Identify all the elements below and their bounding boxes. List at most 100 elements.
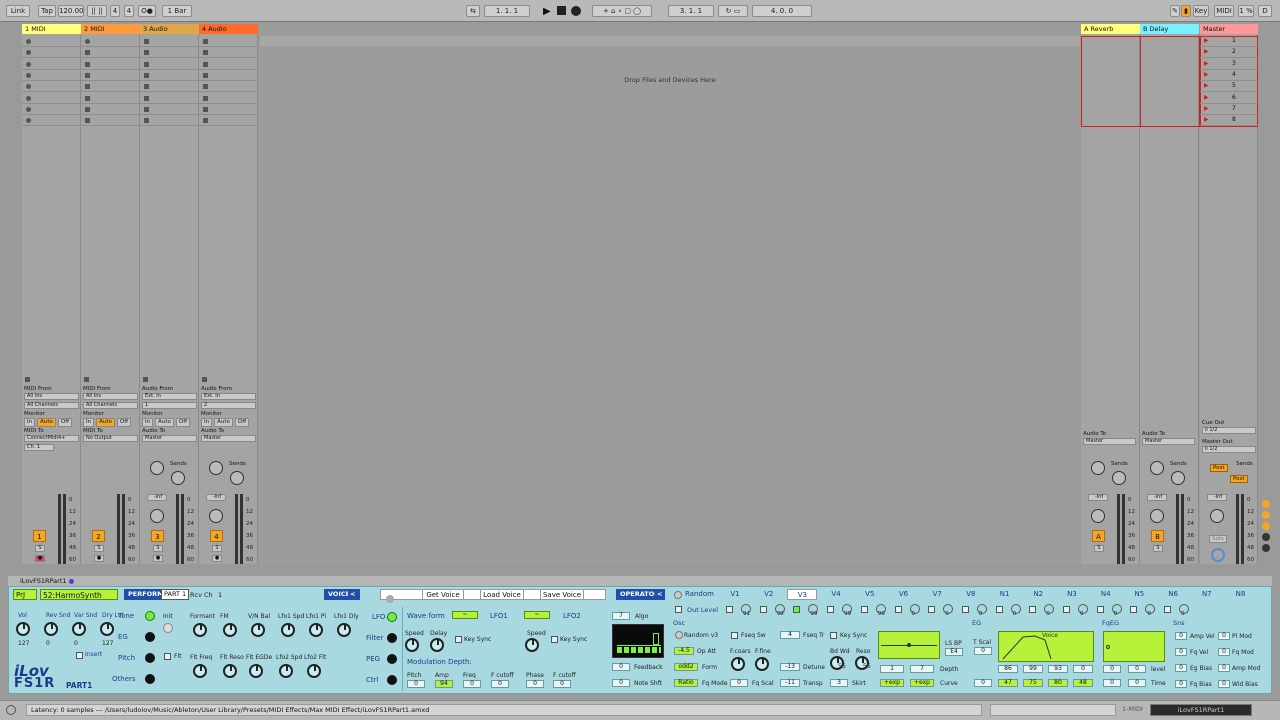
depth-left-value[interactable]: 1 — [880, 665, 904, 673]
operator-tab-n1[interactable]: N1 — [990, 589, 1020, 600]
knob-vol[interactable] — [16, 622, 30, 636]
scene-play-icon[interactable]: ▶ — [1204, 82, 1209, 89]
stop-button-icon[interactable] — [144, 95, 149, 101]
monitor-auto-button[interactable]: Auto — [155, 418, 174, 427]
clip-slot[interactable] — [140, 59, 199, 70]
fqeg-level-1[interactable]: 0 — [1103, 665, 1121, 673]
stop-button-icon[interactable] — [203, 72, 208, 78]
out-level-checkbox[interactable] — [1063, 606, 1070, 613]
out-level-checkbox[interactable] — [675, 606, 682, 613]
tempo-field[interactable]: 120.00 — [58, 5, 84, 17]
clip-slot[interactable] — [22, 36, 81, 47]
detune-value[interactable]: -13 — [780, 663, 800, 671]
lfo1-keysync-checkbox[interactable] — [455, 636, 462, 643]
out-level-checkbox[interactable] — [1164, 606, 1172, 613]
out-level-checkbox[interactable] — [793, 606, 801, 613]
operator-tab-n7[interactable]: N7 — [1192, 589, 1222, 600]
skirt-value[interactable]: 3 — [830, 679, 848, 687]
fcoars-knob[interactable] — [731, 657, 745, 671]
stop-button-icon[interactable] — [203, 106, 208, 112]
fqeg-time-1[interactable]: 0 — [1103, 679, 1121, 687]
monitor-off-button[interactable]: Off — [175, 418, 191, 427]
out-level-checkbox[interactable] — [894, 606, 902, 613]
out-level-checkbox[interactable] — [1130, 606, 1138, 613]
random-v3-icon[interactable] — [675, 631, 683, 639]
clip-slot[interactable] — [140, 47, 199, 59]
io-channel-select[interactable]: All Channels — [24, 402, 79, 409]
clip-slot[interactable] — [140, 93, 199, 104]
track-header[interactable]: 2 MIDI — [81, 24, 140, 34]
clip-stop-icon[interactable] — [25, 377, 30, 382]
return-activator-button[interactable]: A — [1092, 530, 1105, 542]
lfo2-speed-knob[interactable] — [525, 638, 539, 652]
follow-icon[interactable]: ⇆ — [466, 5, 480, 17]
device-title-bar[interactable]: iLovFS1RPart1 ● — [8, 576, 1272, 586]
return-header[interactable]: B Delay — [1140, 24, 1199, 34]
param-knob[interactable] — [279, 664, 293, 678]
mod-depth-value[interactable]: 0 — [407, 680, 425, 688]
out-level-checkbox[interactable] — [995, 606, 1003, 613]
solo-button[interactable]: S — [35, 545, 45, 552]
param-knob[interactable] — [249, 664, 263, 678]
stop-button-icon[interactable] — [85, 72, 90, 78]
eg-time-value[interactable]: 80 — [1048, 679, 1068, 687]
scene-launch-row[interactable]: ▶ 3 — [1200, 59, 1258, 70]
stop-button-icon[interactable] — [144, 50, 149, 56]
send-a-knob[interactable] — [1091, 461, 1105, 475]
master-pan-knob[interactable] — [1210, 509, 1224, 523]
scene-play-icon[interactable]: ▶ — [1204, 94, 1209, 101]
part-select[interactable]: PART 1 — [161, 589, 190, 600]
io-from-select[interactable]: Ext. In — [201, 393, 256, 400]
side-section-button[interactable] — [387, 675, 397, 685]
fseq-sw-checkbox[interactable] — [731, 632, 738, 639]
side-section-button[interactable] — [387, 612, 397, 622]
stop-button-icon[interactable] — [85, 106, 90, 112]
operator-tab-v2[interactable]: V2 — [754, 589, 784, 600]
monitor-auto-button[interactable]: Auto — [214, 418, 233, 427]
clip-slot[interactable] — [199, 36, 258, 47]
fseq-tr-value[interactable]: 4 — [780, 631, 800, 639]
scene-launch-row[interactable]: ▶ 1 — [1200, 36, 1258, 47]
mod-depth-value[interactable]: 0 — [491, 680, 509, 688]
clip-slot[interactable] — [81, 36, 140, 47]
clip-slot[interactable] — [22, 81, 81, 93]
arm-button[interactable]: ● — [212, 555, 222, 562]
stop-button-icon[interactable] — [144, 72, 149, 78]
loop-toggle[interactable]: ↻ ▭ — [718, 5, 748, 17]
pan-knob[interactable] — [209, 509, 223, 523]
eg-time-value[interactable]: 48 — [1073, 679, 1093, 687]
clip-slot[interactable] — [199, 47, 258, 59]
out-level-checkbox[interactable] — [1029, 606, 1037, 613]
clip-slot[interactable] — [199, 93, 258, 104]
master-solo-button[interactable]: Solo — [1209, 535, 1227, 543]
pan-knob[interactable] — [1150, 509, 1164, 523]
clip-slot[interactable] — [140, 70, 199, 81]
eg-time-value[interactable]: 75 — [1023, 679, 1043, 687]
stop-button-icon[interactable] — [85, 95, 90, 101]
monitor-off-button[interactable]: Off — [234, 418, 250, 427]
cue-volume-knob[interactable] — [1211, 548, 1225, 562]
post-button[interactable]: Post — [1230, 475, 1248, 483]
t-scal-value[interactable]: 0 — [974, 647, 992, 655]
return-header[interactable]: A Reverb — [1081, 24, 1140, 34]
automation-buttons[interactable]: + ⌂ ∘ ▢ ◯ — [592, 5, 652, 17]
scene-launch-row[interactable]: ▶ 2 — [1200, 47, 1258, 59]
io-channel-select[interactable]: 2 — [201, 402, 256, 409]
operator-tab-n2[interactable]: N2 — [1023, 589, 1053, 600]
pan-knob[interactable] — [150, 509, 164, 523]
param-knob[interactable] — [281, 623, 295, 637]
feedback-value[interactable]: 0 — [612, 663, 630, 671]
knob-dry-lvl[interactable] — [100, 622, 114, 636]
solo-button[interactable]: S — [1094, 545, 1104, 552]
operator-arrow-button[interactable]: < — [655, 589, 665, 600]
lfo2-wave-select[interactable]: ~ — [524, 611, 550, 619]
param-knob[interactable] — [193, 664, 207, 678]
operator-tab-v8[interactable]: V8 — [956, 589, 986, 600]
clip-slot[interactable] — [81, 81, 140, 93]
sig-numerator[interactable]: 4 — [110, 5, 120, 17]
master-out-select[interactable]: ii 1/2 — [1202, 446, 1256, 453]
record-arm-icon[interactable] — [26, 95, 31, 101]
clip-slot[interactable] — [22, 93, 81, 104]
operator-tab-v6[interactable]: V6 — [889, 589, 919, 600]
operator-tab-n6[interactable]: N6 — [1158, 589, 1188, 600]
